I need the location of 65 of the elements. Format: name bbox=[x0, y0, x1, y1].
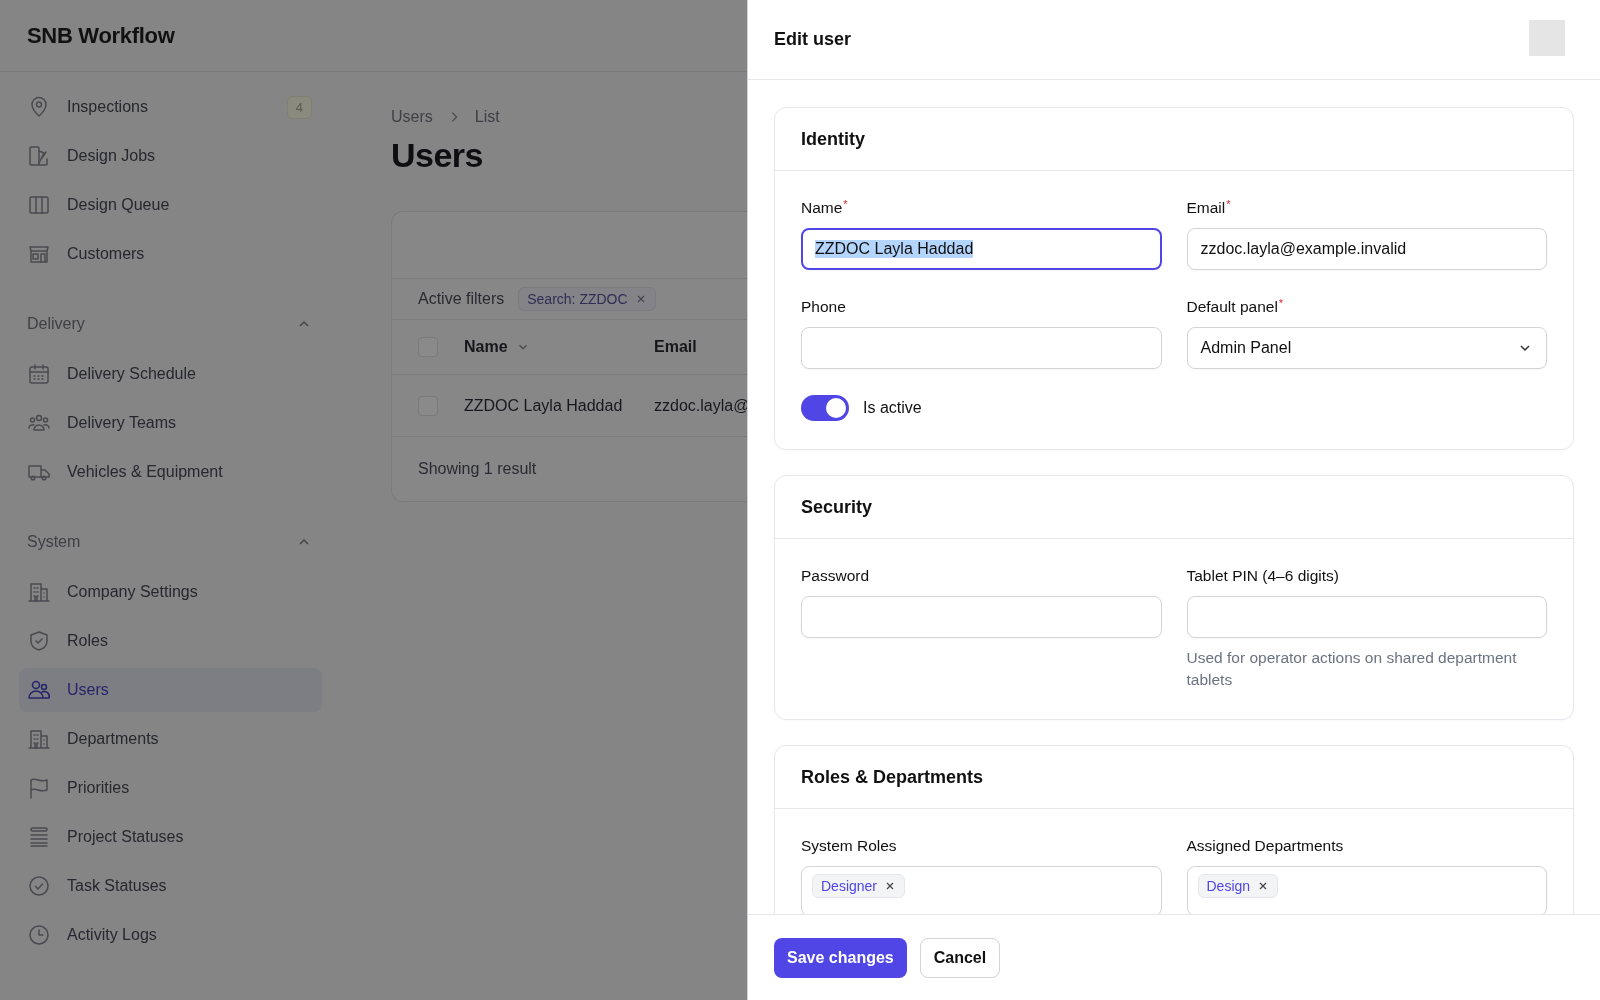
input-field[interactable] bbox=[801, 596, 1162, 638]
section-title: Roles & Departments bbox=[801, 766, 984, 788]
drawer-title: Edit user bbox=[774, 29, 852, 50]
filter-label: Search: ZZDOC bbox=[527, 291, 628, 307]
field-hint: Used for operator actions on shared department tablets bbox=[1186, 648, 1518, 690]
field-label: Tablet PIN (4–6 digits) bbox=[1186, 567, 1339, 585]
field-label: Email bbox=[1186, 199, 1226, 217]
document-pencil-icon bbox=[27, 144, 51, 168]
input-field[interactable]: ZZDOC Layla Haddad bbox=[801, 228, 1162, 270]
section-title: Identity bbox=[801, 128, 865, 150]
save-button[interactable]: Save changes bbox=[774, 937, 907, 978]
field-label: Password bbox=[801, 567, 870, 585]
input-field[interactable] bbox=[1186, 596, 1547, 638]
column-header[interactable]: Name bbox=[464, 338, 530, 356]
columns-icon bbox=[27, 193, 51, 217]
sidebar-item[interactable]: Users bbox=[19, 668, 322, 712]
column-header[interactable]: Email bbox=[654, 338, 697, 356]
users-icon bbox=[27, 678, 51, 702]
required-mark: * bbox=[843, 199, 848, 210]
sidebar-item[interactable]: Design Queue bbox=[19, 183, 322, 227]
field-label: Phone bbox=[801, 298, 846, 316]
cancel-button[interactable]: Cancel bbox=[919, 937, 1001, 978]
input-field[interactable] bbox=[801, 327, 1162, 369]
sidebar-item[interactable]: Delivery Teams bbox=[19, 401, 322, 445]
sidebar-item[interactable]: Company Settings bbox=[19, 570, 322, 614]
sidebar-item[interactable]: Priorities bbox=[19, 766, 322, 810]
sidebar-item[interactable]: Activity Logs bbox=[19, 913, 322, 957]
nav-group-label: System bbox=[27, 533, 81, 551]
field-label: Default panel bbox=[1186, 298, 1278, 316]
required-mark: * bbox=[1278, 298, 1284, 309]
app-title: SNB Workflow bbox=[27, 22, 175, 49]
toggle-label: Is active bbox=[863, 399, 922, 417]
sidebar-item[interactable]: Customers bbox=[19, 232, 322, 276]
active-filters-label: Active filters bbox=[418, 290, 505, 308]
nav-group-label: Delivery bbox=[27, 315, 85, 333]
building-icon bbox=[27, 580, 51, 604]
sidebar-item[interactable]: Departments bbox=[19, 717, 322, 761]
required-mark: * bbox=[1226, 199, 1231, 210]
field-label: System Roles bbox=[801, 837, 897, 855]
sidebar-item[interactable]: Design Jobs bbox=[19, 134, 322, 178]
breadcrumb-link[interactable]: List bbox=[474, 108, 500, 126]
sidebar-item[interactable]: Roles bbox=[19, 619, 322, 663]
sidebar-item[interactable]: Vehicles & Equipment bbox=[19, 450, 322, 494]
page-heading: Users bbox=[391, 136, 484, 175]
clock-icon bbox=[27, 923, 51, 947]
tag-label: Design bbox=[1206, 878, 1251, 894]
sidebar-item[interactable]: Delivery Schedule bbox=[19, 352, 322, 396]
toggle-switch[interactable] bbox=[801, 395, 849, 421]
field-label: Name bbox=[801, 199, 843, 217]
table-cell-text: ZZDOC Layla Haddad bbox=[464, 396, 624, 415]
result-count: Showing 1 result bbox=[418, 460, 537, 478]
select-field[interactable]: Admin Panel bbox=[1186, 327, 1547, 369]
input-field[interactable]: zzdoc.layla@example.invalid bbox=[1186, 228, 1547, 270]
shield-check-icon bbox=[27, 629, 51, 653]
sidebar-item[interactable]: Project Statuses bbox=[19, 815, 322, 859]
calendar-icon bbox=[27, 362, 51, 386]
tag-label: Designer bbox=[821, 878, 878, 894]
sidebar-item[interactable]: Task Statuses bbox=[19, 864, 322, 908]
check-circle-icon bbox=[27, 874, 51, 898]
stacked-lines-icon bbox=[27, 825, 51, 849]
breadcrumb-link[interactable]: Users bbox=[391, 108, 433, 126]
field-label: Assigned Departments bbox=[1186, 837, 1344, 855]
building-icon bbox=[27, 727, 51, 751]
section-title: Security bbox=[801, 496, 873, 518]
flag-icon bbox=[27, 776, 51, 800]
